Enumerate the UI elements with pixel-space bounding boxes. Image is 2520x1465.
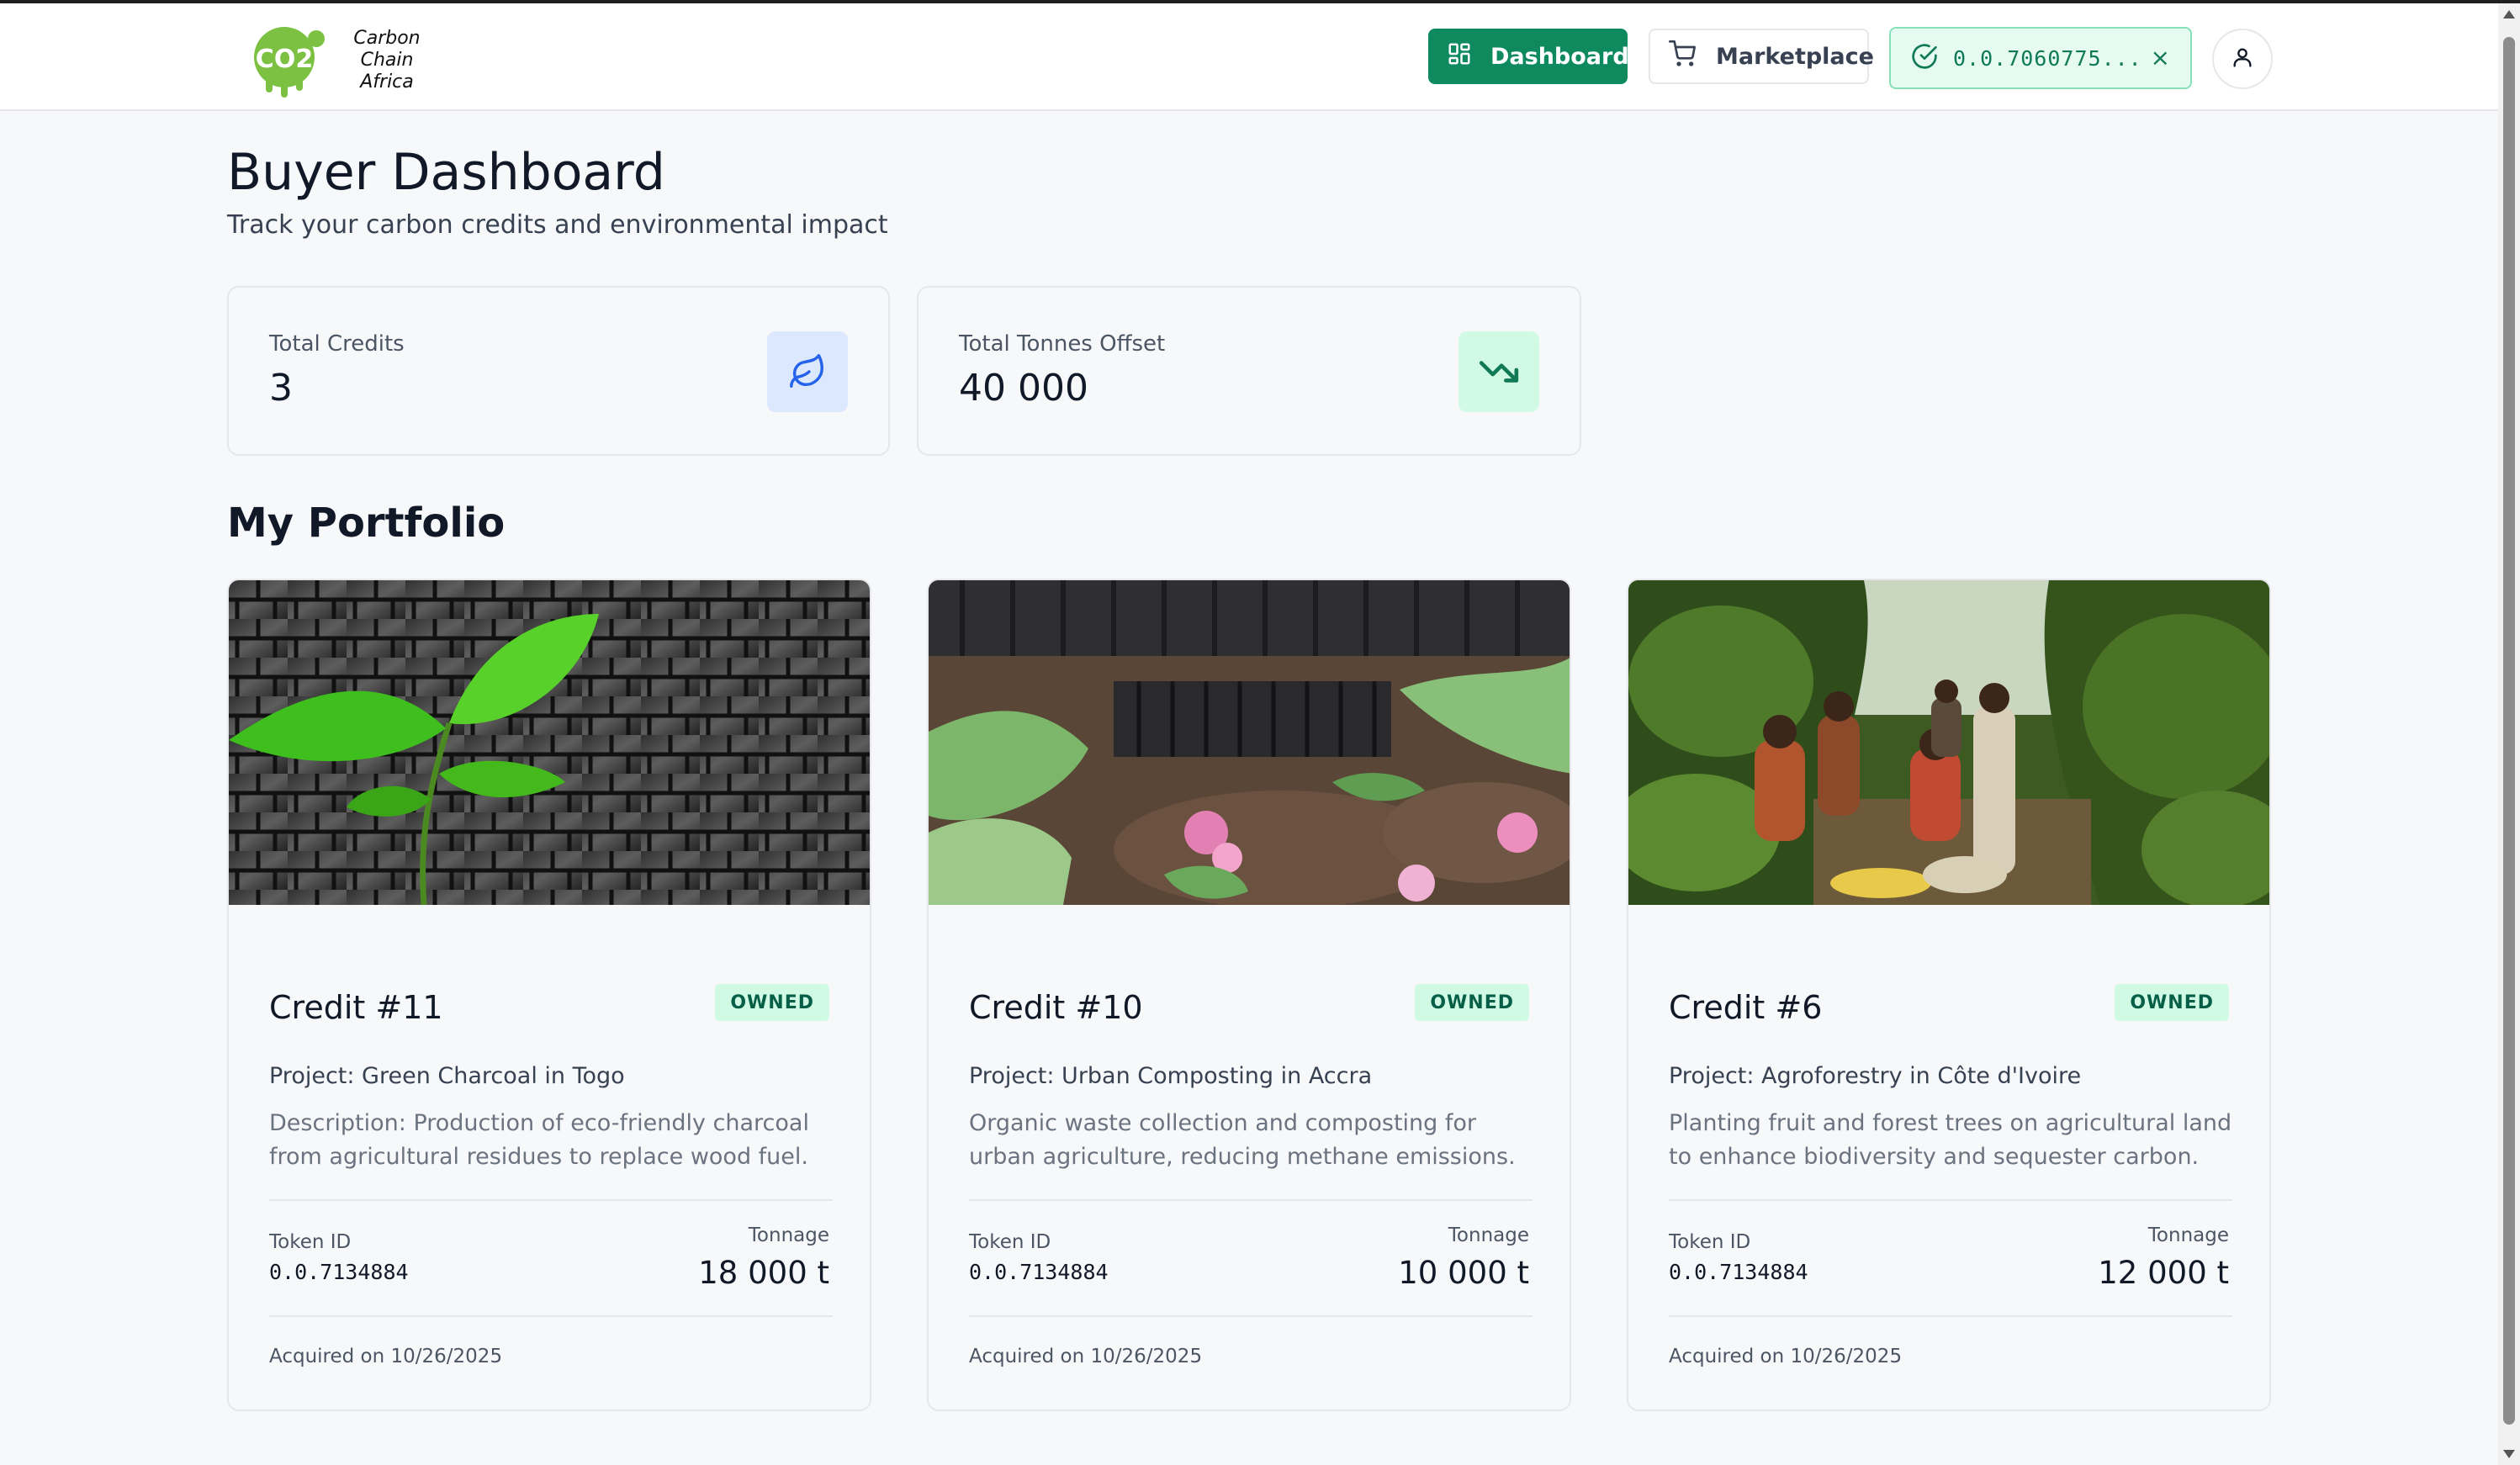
acquired-date: Acquired on 10/26/2025 [1669, 1346, 1903, 1367]
credit-description: Planting fruit and forest trees on agric… [1669, 1110, 2232, 1170]
page-subtitle: Track your carbon credits and environmen… [227, 210, 888, 240]
scrollbar-thumb[interactable] [2503, 37, 2515, 1425]
token-id-value: 0.0.7134884 [1669, 1260, 1808, 1284]
check-circle-icon [1911, 43, 1938, 73]
owned-status-badge: OWNED [715, 984, 829, 1021]
dashboard-nav-button[interactable]: Dashboard [1428, 29, 1629, 84]
top-navigation-bar: CO2 Carbon Chain Africa Dashboard Market… [0, 3, 2498, 111]
trending-down-icon [1459, 331, 1539, 412]
tonnage-label: Tonnage [1448, 1224, 1529, 1246]
page-title: Buyer Dashboard [227, 143, 665, 202]
card-divider [969, 1199, 1533, 1201]
wallet-connection-chip[interactable]: 0.0.7060775... × [1889, 27, 2192, 89]
logo-text-line2: Africa [360, 71, 414, 93]
card-divider [1669, 1199, 2232, 1201]
user-icon [2231, 45, 2254, 72]
owned-status-badge: OWNED [1415, 984, 1529, 1021]
token-id-value: 0.0.7134884 [269, 1260, 409, 1284]
logo-text-line1: Carbon Chain [353, 28, 421, 71]
tonnage-label: Tonnage [748, 1224, 829, 1246]
tonnage-value: 12 000 t [2098, 1255, 2229, 1291]
shopping-cart-icon [1669, 40, 1696, 73]
owned-status-badge: OWNED [2115, 984, 2229, 1021]
logo-wordmark: Carbon Chain Africa [331, 28, 442, 93]
credit-title: Credit #11 [269, 989, 443, 1026]
credit-card[interactable]: Credit #11 OWNED Project: Green Charcoal… [227, 579, 871, 1411]
marketplace-nav-label: Marketplace [1716, 43, 1874, 70]
user-profile-button[interactable] [2212, 29, 2273, 89]
disconnect-wallet-close-icon[interactable]: × [2151, 44, 2170, 71]
tonnage-value: 10 000 t [1398, 1255, 1529, 1291]
acquired-date: Acquired on 10/26/2025 [969, 1346, 1203, 1367]
project-photo-compost-crates [929, 580, 1570, 908]
stat-label: Total Credits [269, 331, 405, 357]
credit-card[interactable]: Credit #10 OWNED Project: Urban Composti… [927, 579, 1571, 1411]
scroll-up-arrow-icon[interactable] [2503, 10, 2515, 19]
card-divider [969, 1315, 1533, 1317]
acquired-date: Acquired on 10/26/2025 [269, 1346, 503, 1367]
credit-title: Credit #10 [969, 989, 1143, 1026]
project-photo-farmers-in-forest [1628, 580, 2269, 908]
total-credits-card: Total Credits 3 [227, 286, 890, 456]
credit-title: Credit #6 [1669, 989, 1823, 1026]
tonnage-label: Tonnage [2147, 1224, 2229, 1246]
project-photo-seedling-on-charcoal [229, 580, 870, 906]
stat-value: 3 [269, 367, 293, 410]
carbon-chain-africa-logo[interactable]: CO2 Carbon Chain Africa [249, 19, 442, 103]
credit-description: Description: Production of eco-friendly … [269, 1110, 809, 1170]
co2-logo-icon: CO2 [249, 20, 330, 101]
card-divider [269, 1199, 833, 1201]
total-tonnes-offset-card: Total Tonnes Offset 40 000 [917, 286, 1581, 456]
stat-value: 40 000 [959, 367, 1088, 410]
grid-icon [1447, 41, 1472, 72]
credit-project-name: Project: Agroforestry in Côte d'Ivoire [1669, 1063, 2082, 1089]
credit-card[interactable]: Credit #6 OWNED Project: Agroforestry in… [1627, 579, 2271, 1411]
token-id-label: Token ID [969, 1231, 1051, 1253]
dashboard-nav-label: Dashboard [1490, 43, 1629, 70]
credit-project-name: Project: Urban Composting in Accra [969, 1063, 1373, 1089]
marketplace-nav-button[interactable]: Marketplace [1649, 29, 1874, 84]
token-id-value: 0.0.7134884 [969, 1260, 1109, 1284]
card-divider [1669, 1315, 2232, 1317]
leaf-icon [767, 331, 848, 412]
token-id-label: Token ID [1669, 1231, 1751, 1253]
scroll-down-arrow-icon[interactable] [2503, 1450, 2515, 1458]
tonnage-value: 18 000 t [698, 1255, 829, 1291]
svg-text:CO2: CO2 [256, 45, 313, 74]
page-scrollbar[interactable] [2498, 3, 2520, 1465]
credit-description: Organic waste collection and composting … [969, 1110, 1516, 1170]
card-divider [269, 1315, 833, 1317]
wallet-address: 0.0.7060775... [1953, 45, 2142, 71]
token-id-label: Token ID [269, 1231, 352, 1253]
portfolio-section-title: My Portfolio [227, 500, 506, 547]
credit-project-name: Project: Green Charcoal in Togo [269, 1063, 625, 1089]
stat-label: Total Tonnes Offset [959, 331, 1166, 357]
